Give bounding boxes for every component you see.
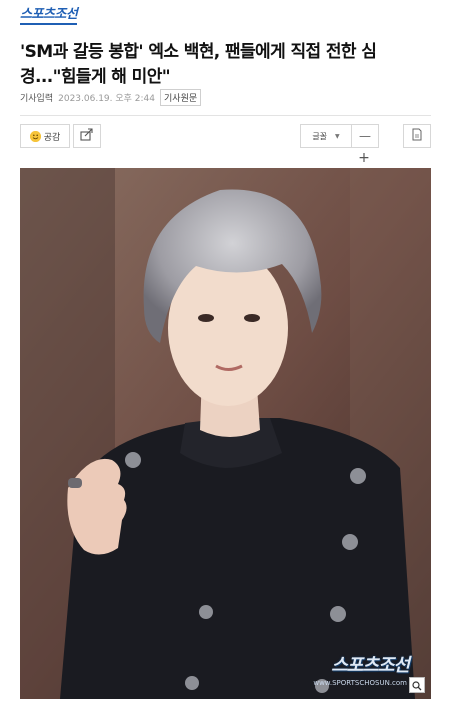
original-article-link[interactable]: 기사원문 — [160, 88, 202, 106]
font-increase-button[interactable]: + — [356, 150, 372, 166]
photo-illustration — [20, 168, 431, 699]
chevron-down-icon: ▼ — [335, 132, 340, 140]
share-icon — [80, 128, 94, 144]
photo-watermark: 스포츠조선 — [331, 655, 410, 676]
minus-icon: — — [359, 129, 371, 143]
smile-icon — [29, 130, 41, 142]
photo-watermark-url: www.SPORTSCHOSUN.com — [313, 679, 407, 687]
article-photo: 스포츠조선 www.SPORTSCHOSUN.com — [20, 168, 431, 699]
toolbar-divider — [20, 115, 431, 116]
published-date: 2023.06.19. 오후 2:44 — [58, 93, 156, 104]
article-title: 'SM과 갈등 봉합' 엑소 백현, 팬들에게 직접 전한 심경..."힘들게 … — [20, 42, 377, 87]
article-meta: 기사입력 2023.06.19. 오후 2:44 기사원문 — [20, 88, 202, 106]
published-label: 기사입력 — [20, 93, 54, 104]
font-select[interactable]: 글꼴 ▼ — [300, 124, 352, 148]
site-logo[interactable]: 스포츠조선 — [20, 8, 78, 25]
like-button[interactable]: 공감 — [20, 124, 70, 148]
magnifier-icon — [412, 676, 422, 695]
zoom-button[interactable] — [409, 677, 425, 693]
like-label: 공감 — [43, 132, 61, 143]
share-button[interactable] — [73, 124, 101, 148]
font-decrease-button[interactable]: — — [351, 124, 379, 148]
font-select-label: 글꼴 — [312, 131, 328, 141]
print-button[interactable] — [403, 124, 431, 148]
print-icon — [411, 128, 423, 144]
